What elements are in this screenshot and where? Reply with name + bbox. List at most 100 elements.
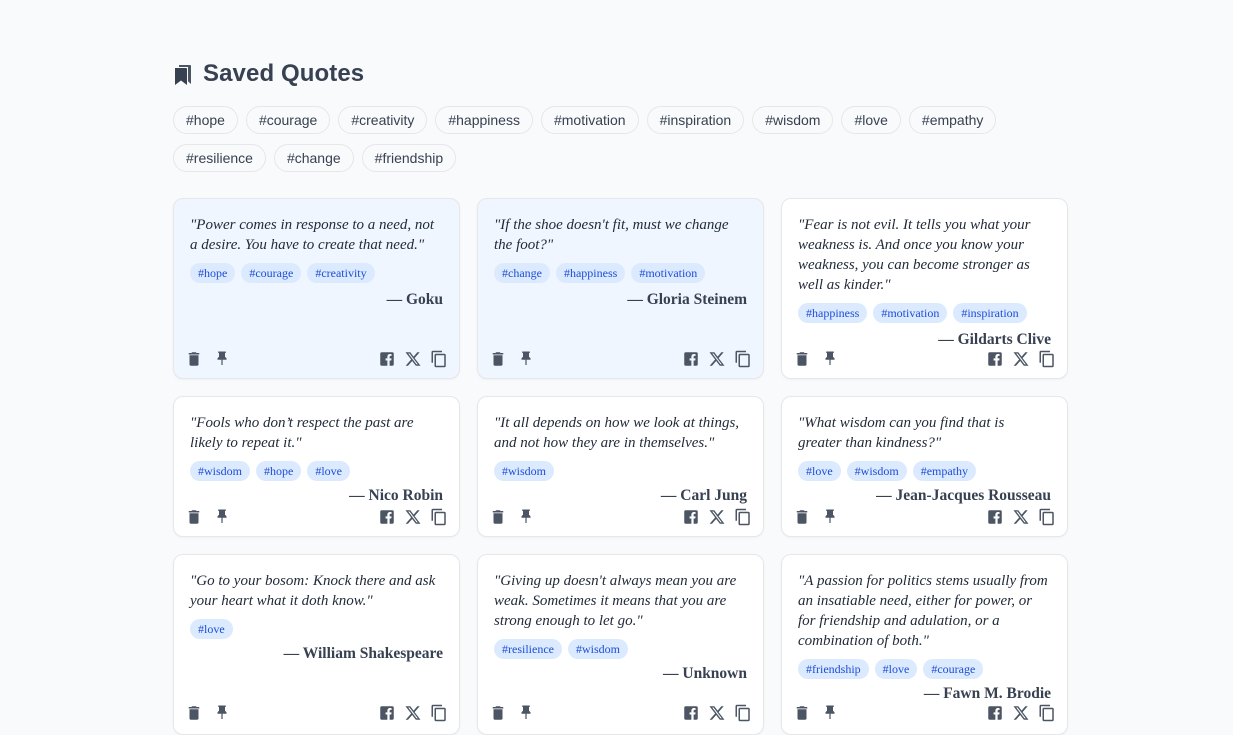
copy-button[interactable] [1037, 350, 1057, 373]
share-facebook-button[interactable] [985, 351, 1005, 371]
share-facebook-button[interactable] [985, 509, 1005, 529]
share-facebook-button[interactable] [985, 705, 1005, 725]
pin-button[interactable] [820, 705, 840, 725]
copy-icon [430, 508, 448, 531]
share-x-button[interactable] [1011, 705, 1031, 725]
quote-tags: #wisdom #hope #love [190, 461, 351, 481]
delete-button[interactable] [488, 351, 508, 371]
delete-button[interactable] [488, 509, 508, 529]
quote-tag[interactable]: #creativity [307, 263, 375, 283]
quote-author: — Nico Robin [349, 487, 443, 504]
tag-filter-motivation[interactable]: #motivation [540, 106, 639, 134]
quote-tag[interactable]: #courage [241, 263, 302, 283]
tag-filter-happiness[interactable]: #happiness [435, 106, 533, 134]
copy-button[interactable] [429, 350, 449, 371]
tag-filter-hope[interactable]: #hope [173, 106, 238, 134]
share-facebook-button[interactable] [377, 351, 397, 371]
tag-filter-resilience[interactable]: #resilience [173, 144, 266, 172]
quote-card: "Giving up doesn't always mean you are w… [477, 554, 764, 735]
pin-button[interactable] [820, 351, 840, 371]
quote-author: — Jean-Jacques Rousseau [876, 487, 1051, 504]
quote-tags: #love [190, 619, 233, 639]
share-x-button[interactable] [403, 509, 423, 529]
quote-tag[interactable]: #empathy [912, 461, 977, 481]
copy-button[interactable] [429, 704, 449, 725]
quote-tag[interactable]: #courage [923, 659, 984, 679]
share-x-button[interactable] [403, 351, 423, 371]
copy-icon [1038, 350, 1056, 373]
copy-button[interactable] [1037, 508, 1057, 529]
delete-button[interactable] [184, 351, 204, 371]
quote-tag[interactable]: #love [190, 619, 233, 639]
share-facebook-button[interactable] [681, 509, 701, 529]
quote-tag[interactable]: #hope [190, 263, 236, 283]
quote-card: "What wisdom can you find that is greate… [781, 396, 1068, 537]
pin-button[interactable] [516, 509, 536, 529]
quote-tag[interactable]: #wisdom [494, 461, 555, 481]
quote-tag[interactable]: #resilience [494, 639, 562, 659]
pin-button[interactable] [516, 705, 536, 725]
quote-tag[interactable]: #change [494, 263, 550, 283]
tag-filter-creativity[interactable]: #creativity [338, 106, 428, 134]
tag-filter-inspiration[interactable]: #inspiration [646, 106, 745, 134]
facebook-icon [682, 350, 700, 373]
delete-button[interactable] [488, 705, 508, 725]
share-facebook-button[interactable] [681, 705, 701, 725]
facebook-icon [986, 350, 1004, 373]
quote-card: "Power comes in response to a need, not … [173, 198, 460, 379]
share-facebook-button[interactable] [681, 351, 701, 371]
pin-icon [517, 704, 535, 727]
tag-filter-friendship[interactable]: #friendship [361, 144, 457, 172]
copy-button[interactable] [733, 508, 753, 529]
delete-button[interactable] [184, 509, 204, 529]
delete-button[interactable] [792, 351, 812, 371]
pin-button[interactable] [212, 705, 232, 725]
copy-button[interactable] [429, 508, 449, 531]
x-icon [404, 508, 422, 531]
quote-tag[interactable]: #love [798, 461, 841, 481]
delete-button[interactable] [792, 705, 812, 725]
delete-button[interactable] [792, 509, 812, 529]
share-x-button[interactable] [707, 509, 727, 529]
quote-text: "It all depends on how we look at things… [494, 415, 740, 451]
quote-tag[interactable]: #friendship [798, 659, 869, 679]
card-actions-right [681, 704, 753, 725]
share-x-button[interactable] [707, 351, 727, 371]
quote-tag[interactable]: #motivation [631, 263, 706, 283]
bookmark-icon [173, 62, 193, 86]
copy-button[interactable] [733, 350, 753, 371]
share-facebook-button[interactable] [377, 705, 397, 725]
quote-tag[interactable]: #happiness [798, 303, 868, 323]
delete-button[interactable] [184, 705, 204, 725]
quote-tag[interactable]: #inspiration [953, 303, 1027, 323]
tag-filter-courage[interactable]: #courage [245, 106, 331, 134]
pin-button[interactable] [820, 509, 840, 529]
pin-button[interactable] [516, 351, 536, 371]
quote-text: "A passion for politics stems usually fr… [798, 573, 1048, 649]
share-x-button[interactable] [1011, 351, 1031, 371]
share-x-button[interactable] [707, 705, 727, 725]
quote-tag[interactable]: #hope [256, 461, 302, 481]
tag-filter-change[interactable]: #change [273, 144, 354, 172]
copy-button[interactable] [733, 704, 753, 725]
quote-tag[interactable]: #happiness [555, 263, 626, 283]
share-x-button[interactable] [403, 705, 423, 725]
tag-filter-love[interactable]: #love [841, 106, 901, 134]
copy-button[interactable] [1037, 704, 1057, 725]
quote-tag[interactable]: #wisdom [846, 461, 907, 481]
quote-tag[interactable]: #love [307, 461, 351, 481]
pin-button[interactable] [212, 509, 232, 529]
quote-tag[interactable]: #love [874, 659, 918, 679]
tag-filter-wisdom[interactable]: #wisdom [752, 106, 834, 134]
page-header: Saved Quotes [173, 60, 364, 88]
quote-tag[interactable]: #wisdom [190, 461, 251, 481]
pin-icon [213, 704, 231, 727]
quote-tag[interactable]: #wisdom [567, 639, 628, 659]
pin-button[interactable] [212, 351, 232, 371]
share-x-button[interactable] [1011, 509, 1031, 529]
quote-card: "It all depends on how we look at things… [477, 396, 764, 537]
share-facebook-button[interactable] [377, 509, 397, 529]
quote-tag[interactable]: #motivation [873, 303, 948, 323]
tag-filter-list: #hope #courage #creativity #happiness #motiv… [173, 106, 1068, 172]
tag-filter-empathy[interactable]: #empathy [908, 106, 997, 134]
